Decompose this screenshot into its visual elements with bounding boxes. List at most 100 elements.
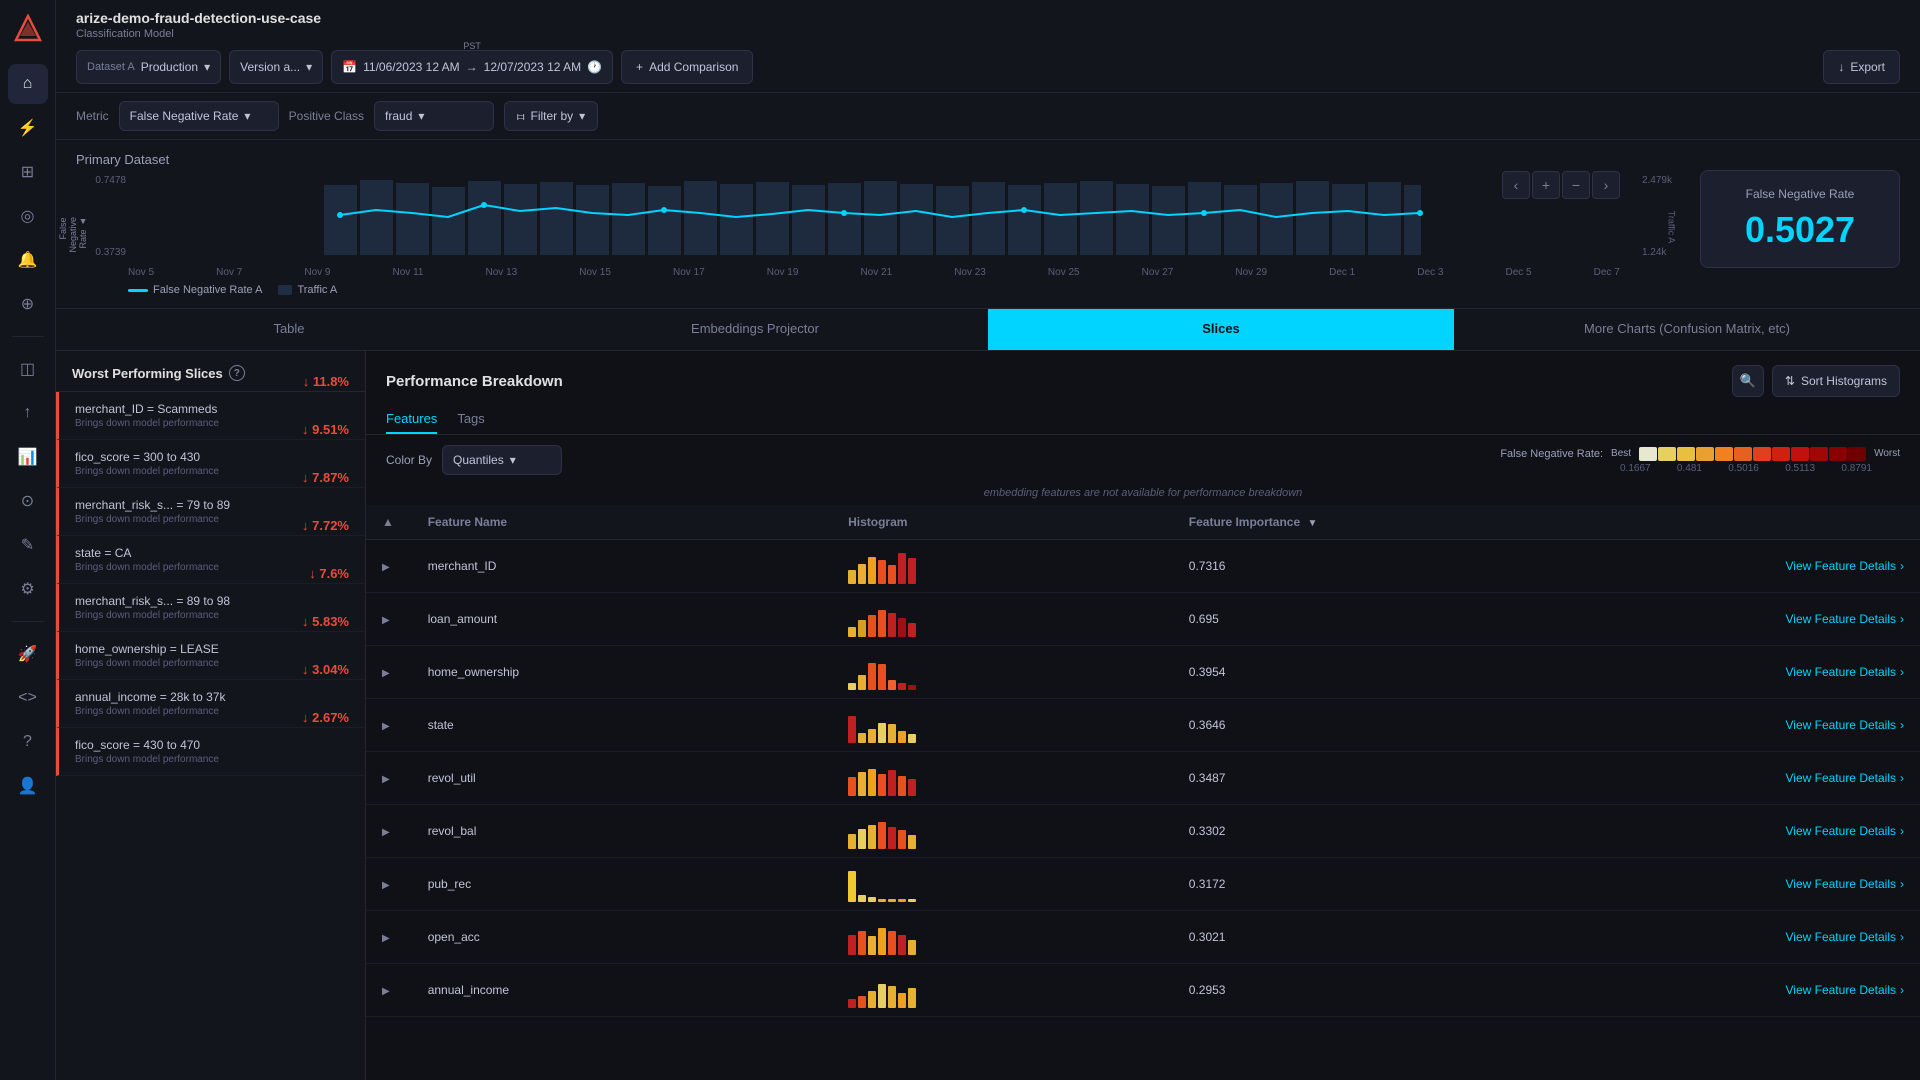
zoom-out-button[interactable]: − [1562, 171, 1590, 199]
sidebar-item-user[interactable]: 👤 [8, 766, 48, 806]
expand-icon-5[interactable]: ▶ [382, 827, 390, 838]
search-button[interactable]: 🔍 [1732, 365, 1764, 397]
tab-slices[interactable]: Slices [988, 309, 1454, 350]
positive-class-selector[interactable]: fraud ▾ [374, 101, 494, 131]
sidebar-item-dots[interactable]: ⊙ [8, 481, 48, 521]
sidebar-item-pencil[interactable]: ✎ [8, 525, 48, 565]
expand-icon-4[interactable]: ▶ [382, 774, 390, 785]
slice-pct-7: ↓ 2.67% [302, 710, 349, 725]
expand-icon-8[interactable]: ▶ [382, 986, 390, 997]
expand-cell[interactable]: ▶ [366, 699, 412, 752]
hist-bar-5 [898, 683, 906, 690]
version-selector[interactable]: Version a... ▾ [229, 50, 323, 84]
expand-cell[interactable]: ▶ [366, 540, 412, 593]
view-feature-details-link-0[interactable]: View Feature Details › [1736, 559, 1904, 573]
expand-cell[interactable]: ▶ [366, 964, 412, 1017]
calendar-icon: 📅 [342, 60, 357, 74]
expand-icon-7[interactable]: ▶ [382, 933, 390, 944]
view-feature-details-link-8[interactable]: View Feature Details › [1736, 983, 1904, 997]
feature-name-8: annual_income [428, 983, 509, 997]
metric-selector[interactable]: False Negative Rate ▾ [119, 101, 279, 131]
zoom-out-left-button[interactable]: ‹ [1502, 171, 1530, 199]
zoom-in-right-button[interactable]: › [1592, 171, 1620, 199]
positive-class-label: Positive Class [289, 109, 364, 123]
slice-pct-0: ↓ 11.8% [303, 374, 349, 389]
view-feature-details-link-1[interactable]: View Feature Details › [1736, 612, 1904, 626]
view-feature-details-link-3[interactable]: View Feature Details › [1736, 718, 1904, 732]
tab-embeddings[interactable]: Embeddings Projector [522, 309, 988, 350]
color-by-selector[interactable]: Quantiles ▾ [442, 445, 562, 475]
expand-cell[interactable]: ▶ [366, 593, 412, 646]
sidebar-item-chart[interactable]: 📊 [8, 437, 48, 477]
scale-block-10 [1810, 447, 1828, 461]
filter-by-label: Filter by [530, 109, 573, 123]
importance-cell-2: 0.3954 [1173, 646, 1720, 699]
histogram-cell-4 [832, 752, 1173, 805]
expand-cell[interactable]: ▶ [366, 911, 412, 964]
sidebar-item-bell[interactable]: 🔔 [8, 240, 48, 280]
sidebar-item-grid[interactable]: ⊞ [8, 152, 48, 192]
pst-label: PST [463, 41, 481, 51]
actions-cell-3: View Feature Details › [1720, 699, 1920, 752]
app-logo[interactable] [10, 12, 46, 48]
add-comparison-button[interactable]: + Add Comparison [621, 50, 753, 84]
view-feature-details-link-5[interactable]: View Feature Details › [1736, 824, 1904, 838]
sidebar-item-rocket[interactable]: 🚀 [8, 634, 48, 674]
slice-item-7[interactable]: fico_score = 430 to 470 Brings down mode… [56, 728, 365, 776]
sidebar-item-upload[interactable]: ↑ [8, 393, 48, 433]
th-feature-importance[interactable]: Feature Importance ▼ [1173, 505, 1720, 540]
tab-more-charts[interactable]: More Charts (Confusion Matrix, etc) [1454, 309, 1920, 350]
expand-icon-2[interactable]: ▶ [382, 668, 390, 679]
color-by-label: Color By [386, 453, 432, 467]
hist-bar-6 [908, 940, 916, 955]
app-title: arize-demo-fraud-detection-use-case [76, 10, 1900, 26]
view-feature-details-link-2[interactable]: View Feature Details › [1736, 665, 1904, 679]
sidebar-item-database[interactable]: ◫ [8, 349, 48, 389]
tab-table[interactable]: Table [56, 309, 522, 350]
sub-tab-features[interactable]: Features [386, 405, 437, 434]
slice-desc-5: Brings down model performance [75, 658, 219, 669]
slices-list: merchant_ID = Scammeds Brings down model… [56, 392, 365, 776]
expand-icon-0[interactable]: ▶ [382, 562, 390, 573]
sidebar-item-code[interactable]: <> [8, 678, 48, 718]
expand-cell[interactable]: ▶ [366, 805, 412, 858]
sub-tab-tags[interactable]: Tags [457, 405, 484, 434]
arrow-right-icon: › [1900, 559, 1904, 573]
view-feature-details-link-7[interactable]: View Feature Details › [1736, 930, 1904, 944]
expand-cell[interactable]: ▶ [366, 646, 412, 699]
sidebar-item-question[interactable]: ? [8, 722, 48, 762]
view-feature-details-link-6[interactable]: View Feature Details › [1736, 877, 1904, 891]
date-range-selector[interactable]: PST 📅 11/06/2023 12 AM → 12/07/2023 12 A… [331, 50, 613, 84]
th-actions [1720, 505, 1920, 540]
export-button[interactable]: ↓ Export [1823, 50, 1900, 84]
expand-cell[interactable]: ▶ [366, 858, 412, 911]
expand-icon-1[interactable]: ▶ [382, 615, 390, 626]
sort-histograms-button[interactable]: ⇅ Sort Histograms [1772, 365, 1900, 397]
feature-table-body: ▶ merchant_ID 0.7316 View Feature Detail… [366, 540, 1920, 1017]
dataset-selector[interactable]: Dataset A Production ▾ [76, 50, 221, 84]
sidebar-item-home[interactable]: ⌂ [8, 64, 48, 104]
help-icon[interactable]: ? [229, 365, 245, 381]
sidebar: ⌂ ⚡ ⊞ ◎ 🔔 ⊕ ◫ ↑ 📊 ⊙ ✎ ⚙ 🚀 <> ? 👤 [0, 0, 56, 1080]
sidebar-item-settings[interactable]: ⚙ [8, 569, 48, 609]
expand-icon-3[interactable]: ▶ [382, 721, 390, 732]
kpi-value: 0.5027 [1725, 209, 1875, 251]
hist-bar-2 [868, 825, 876, 849]
dataset-value: Production [141, 60, 198, 74]
sidebar-item-puzzle[interactable]: ⊕ [8, 284, 48, 324]
expand-icon-6[interactable]: ▶ [382, 880, 390, 891]
view-feature-details-link-4[interactable]: View Feature Details › [1736, 771, 1904, 785]
traffic-a-label: Traffic A [1667, 210, 1677, 243]
sidebar-item-monitor[interactable]: ◎ [8, 196, 48, 236]
scale-block-6 [1734, 447, 1752, 461]
th-feature-name[interactable]: Feature Name [412, 505, 832, 540]
slice-name-7: fico_score = 430 to 470 [75, 738, 219, 752]
scale-block-11 [1829, 447, 1847, 461]
expand-cell[interactable]: ▶ [366, 752, 412, 805]
histogram-bars [848, 760, 1157, 796]
table-row: ▶ state 0.3646 View Feature Details › [366, 699, 1920, 752]
zoom-in-button[interactable]: + [1532, 171, 1560, 199]
sidebar-item-activity[interactable]: ⚡ [8, 108, 48, 148]
add-comparison-label: Add Comparison [649, 60, 738, 74]
filter-by-button[interactable]: ⧦ Filter by ▾ [504, 101, 598, 131]
